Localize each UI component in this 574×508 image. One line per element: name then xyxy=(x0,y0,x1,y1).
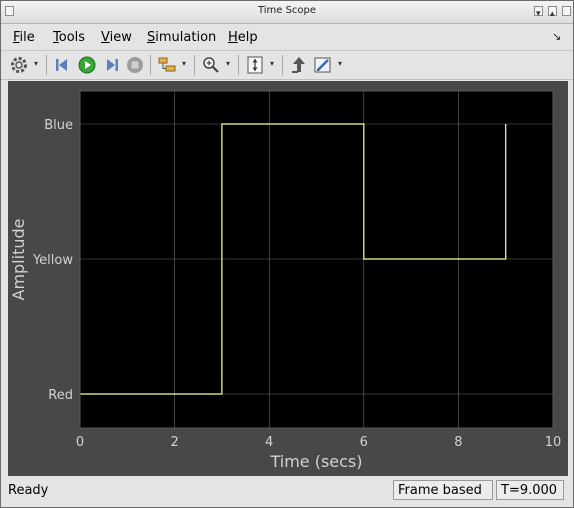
x-tick-label: 0 xyxy=(76,435,84,450)
style-icon[interactable] xyxy=(313,55,333,75)
undock-icon[interactable]: ↘ xyxy=(552,30,561,43)
x-tick-label: 8 xyxy=(454,435,462,450)
menu-simulation[interactable]: Simulation xyxy=(147,30,216,45)
scale-axes-icon[interactable] xyxy=(245,55,265,75)
time-scope-window: Time Scope ▾ ▴ File Tools View Simulatio… xyxy=(0,0,574,508)
menu-simulation-label: imulation xyxy=(155,30,217,45)
menu-tools-label: ools xyxy=(58,30,86,45)
signal-selector-icon[interactable] xyxy=(157,55,177,75)
scope-figure: 0 2 4 6 8 10 Red Yellow Blue Time (secs) Amplitu… xyxy=(8,81,568,476)
menu-file-label: ile xyxy=(19,30,35,45)
menu-help[interactable]: Help xyxy=(228,30,258,45)
title-bar: Time Scope ▾ ▴ xyxy=(1,1,573,24)
zoom-in-icon[interactable] xyxy=(201,55,221,75)
frame-mode-field: Frame based xyxy=(393,480,493,500)
y-tick-label: Red xyxy=(48,388,73,403)
window-title: Time Scope xyxy=(257,5,317,16)
toolbar-separator xyxy=(282,55,283,75)
menu-help-label: elp xyxy=(237,30,258,45)
pan-icon[interactable] xyxy=(289,55,309,75)
menu-file[interactable]: File xyxy=(13,30,35,45)
settings-dropdown-icon[interactable]: ▾ xyxy=(34,60,40,68)
step-forward-icon[interactable] xyxy=(101,55,121,75)
step-back-icon[interactable] xyxy=(53,55,73,75)
status-bar: Ready Frame based T=9.000 xyxy=(1,478,573,507)
toolbar-separator xyxy=(46,55,47,75)
x-tick-label: 6 xyxy=(360,435,368,450)
style-dropdown-icon[interactable]: ▾ xyxy=(338,60,344,68)
x-axis-label: Time (secs) xyxy=(269,452,362,471)
y-axis-label: Amplitude xyxy=(9,219,28,301)
stop-icon[interactable] xyxy=(125,55,145,75)
menu-bar: File Tools View Simulation Help ↘ xyxy=(1,24,573,51)
y-tick-label: Blue xyxy=(44,118,73,133)
menu-tools[interactable]: Tools xyxy=(53,30,85,45)
settings-icon[interactable] xyxy=(9,55,29,75)
x-tick-label: 4 xyxy=(265,435,273,450)
menu-view[interactable]: View xyxy=(101,30,132,45)
x-tick-label: 10 xyxy=(545,435,562,450)
scope-plot: 0 2 4 6 8 10 Red Yellow Blue Time (secs) Amplitu… xyxy=(9,90,562,471)
toolbar-separator xyxy=(238,55,239,75)
minimize-icon: ▾ xyxy=(536,9,541,19)
zoom-dropdown-icon[interactable]: ▾ xyxy=(226,60,232,68)
run-icon[interactable] xyxy=(77,55,97,75)
scale-axes-dropdown-icon[interactable]: ▾ xyxy=(270,60,276,68)
maximize-button[interactable]: ▴ xyxy=(548,6,557,19)
toolbar-separator xyxy=(150,55,151,75)
x-tick-label: 2 xyxy=(170,435,178,450)
status-text: Ready xyxy=(8,483,49,498)
minimize-button[interactable]: ▾ xyxy=(534,6,543,19)
toolbar: ▾ ▾ ▾ ▾ ▾ xyxy=(1,51,573,80)
toolbar-separator xyxy=(194,55,195,75)
menu-help-hotkey: H xyxy=(228,30,238,45)
close-button[interactable] xyxy=(562,6,571,16)
y-tick-label: Yellow xyxy=(32,253,73,268)
maximize-icon: ▴ xyxy=(550,9,555,19)
signal-selector-dropdown-icon[interactable]: ▾ xyxy=(182,60,188,68)
menu-view-label: iew xyxy=(109,30,132,45)
menu-view-hotkey: V xyxy=(101,30,110,45)
simulation-time-field: T=9.000 xyxy=(496,480,564,500)
